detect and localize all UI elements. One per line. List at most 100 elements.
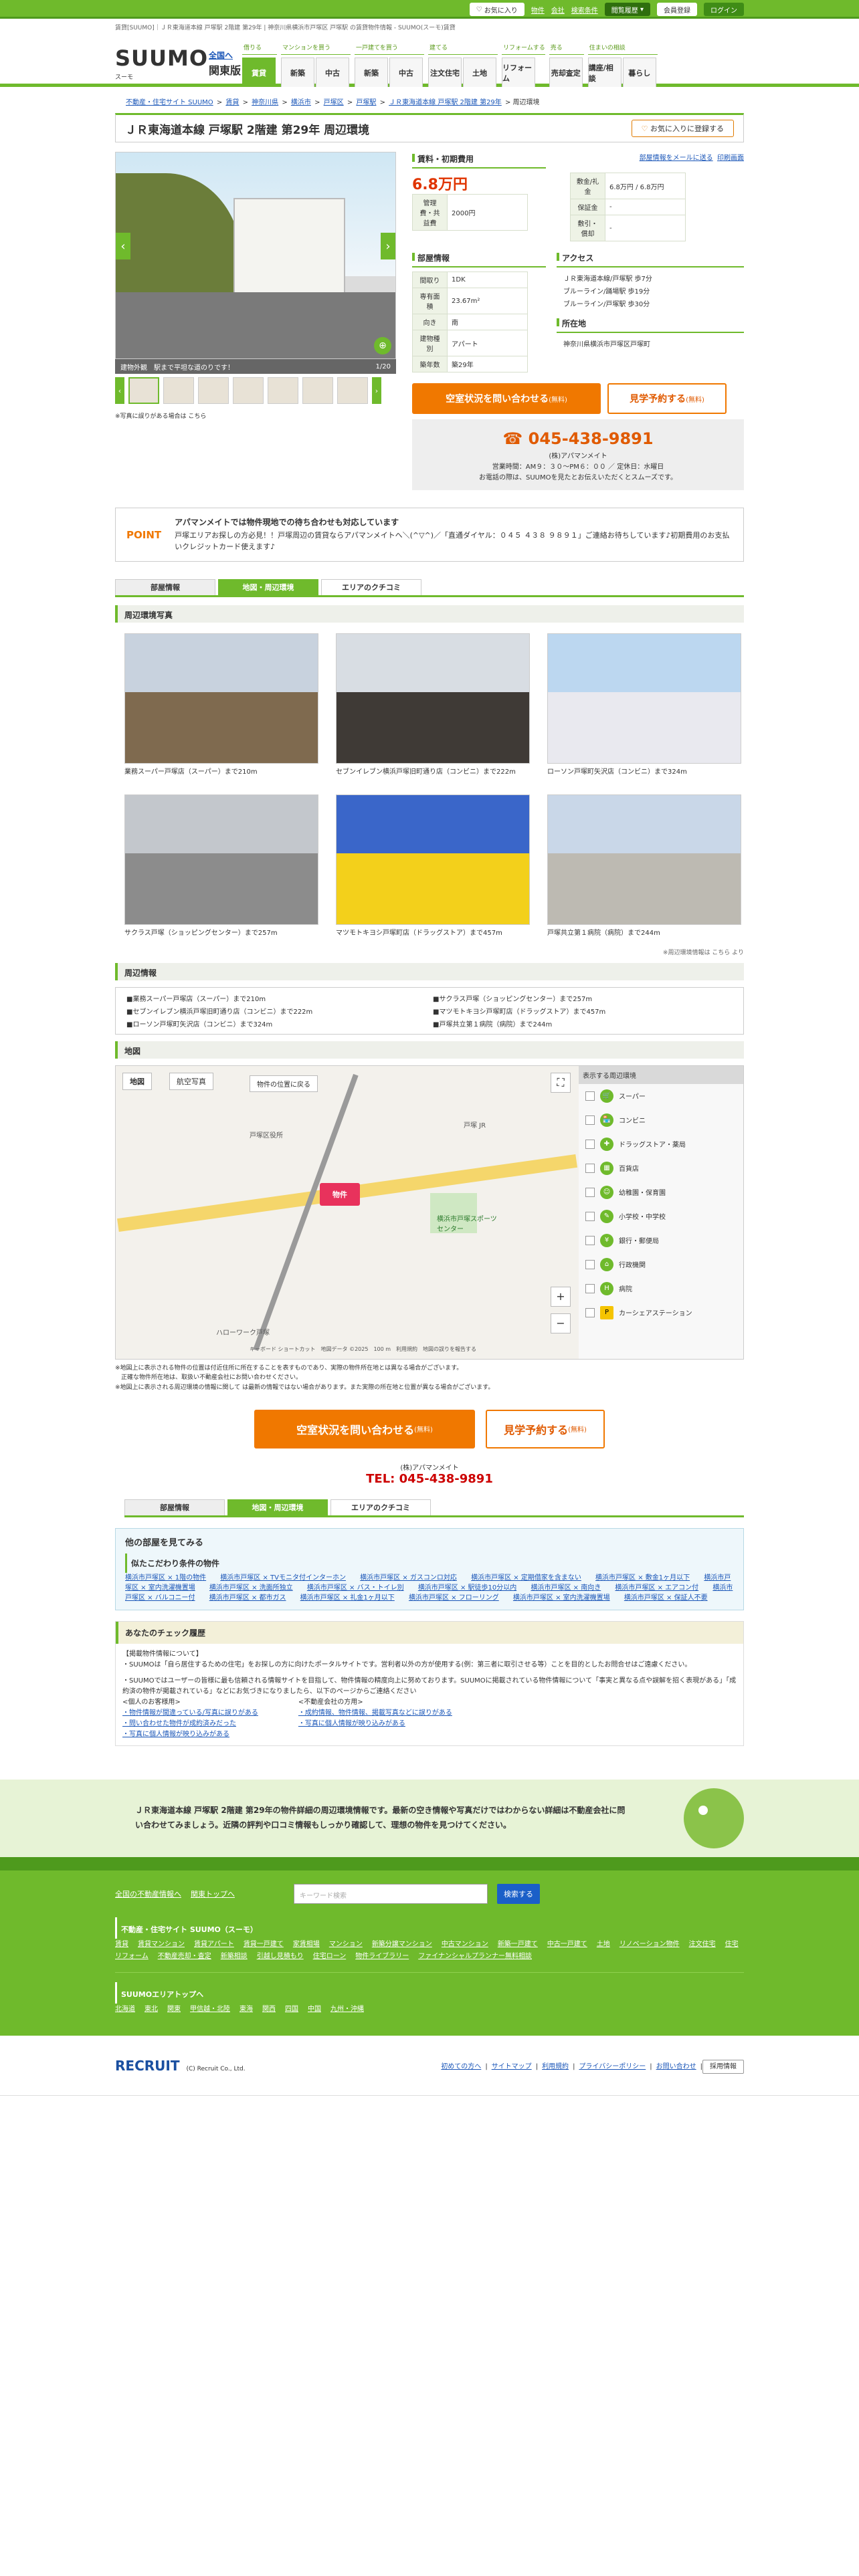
footer-link[interactable]: 家賃相場 — [293, 1941, 320, 1948]
register-button[interactable]: 会員登録 — [657, 3, 697, 16]
nav-sale-assessment[interactable]: 売却査定 — [549, 58, 583, 87]
map-canvas[interactable]: 地図 航空写真 物件の位置に戻る ⛶ + − 物件 戸塚 JR 横浜市戸塚スポー… — [116, 1065, 579, 1359]
zoom-icon[interactable]: ⊕ — [374, 337, 391, 354]
map-filter-item[interactable]: ⌂ 行政機関 — [579, 1253, 743, 1277]
bottom-link[interactable]: 利用規約 — [542, 2063, 569, 2070]
footer-area-link[interactable]: 中国 — [308, 2006, 321, 2013]
report-link[interactable]: ・成約情報、物件情報、掲載写真などに誤りがある — [298, 1709, 452, 1717]
thumbnail[interactable] — [233, 377, 264, 404]
fav-property-link[interactable]: 物件 — [531, 5, 545, 15]
similar-link[interactable]: 横浜市戸塚区 × TVモニタ付インターホン — [220, 1574, 346, 1582]
thumb-next-icon[interactable]: › — [372, 377, 381, 404]
footer-link[interactable]: 賃貸アパート — [194, 1941, 234, 1948]
similar-link[interactable]: 横浜市戸塚区 × ガスコンロ対応 — [360, 1574, 457, 1582]
footer-link[interactable]: 引越し見積もり — [257, 1953, 304, 1960]
bottom-link[interactable]: プライバシーポリシー — [579, 2063, 646, 2070]
similar-link[interactable]: 横浜市戸塚区 × フローリング — [409, 1594, 499, 1602]
report-link[interactable]: ・問い合わせた物件が成約済みだった — [122, 1720, 236, 1727]
nav-living[interactable]: 暮らし — [622, 58, 656, 87]
inquiry-button[interactable]: 空室状況を問い合わせる (無料) — [412, 383, 601, 414]
footer-area-link[interactable]: 九州・沖縄 — [330, 2006, 364, 2013]
breadcrumb-link[interactable]: 神奈川県 — [252, 99, 278, 106]
thumbnail[interactable] — [302, 377, 333, 404]
print-link[interactable]: 印刷画面 — [717, 154, 744, 162]
thumbnail[interactable] — [337, 377, 368, 404]
suumo-logo[interactable]: SUUMO スーモ 全国へ 関東版 — [115, 40, 242, 87]
footer-national-link[interactable]: 全国の不動産情報へ — [115, 1889, 181, 1899]
thumbnail[interactable] — [268, 377, 298, 404]
prev-arrow-icon[interactable]: ‹ — [116, 233, 130, 259]
tab-area-reviews[interactable]: エリアのクチコミ — [321, 578, 421, 595]
visit-reserve-button[interactable]: 見学予約する (無料) — [607, 383, 727, 414]
region-link[interactable]: 全国へ — [209, 49, 233, 61]
tab-area-reviews[interactable]: エリアのクチコミ — [330, 1499, 431, 1515]
footer-kanto-link[interactable]: 関東トップへ — [191, 1889, 235, 1899]
main-photo[interactable]: ‹ › ⊕ — [115, 152, 396, 359]
surrounding-photo-card[interactable]: サクラス戸塚（ショッピングセンター）まで257m — [124, 794, 318, 938]
bottom-link[interactable]: お問い合わせ — [656, 2063, 696, 2070]
similar-link[interactable]: 横浜市戸塚区 × 定期借家を含まない — [471, 1574, 581, 1582]
next-arrow-icon[interactable]: › — [381, 233, 395, 259]
footer-link[interactable]: 土地 — [597, 1941, 610, 1948]
footer-link[interactable]: 新築一戸建て — [498, 1941, 538, 1948]
checkbox[interactable] — [585, 1307, 595, 1317]
footer-area-link[interactable]: 四国 — [285, 2006, 298, 2013]
surrounding-photo-card[interactable]: マツモトキヨシ戸塚町店（ドラッグストア）まで457m — [336, 794, 530, 938]
surrounding-photo-card[interactable]: ローソン戸塚町矢沢店（コンビニ）まで324m — [547, 633, 741, 777]
favorites-pill[interactable]: ♡ お気に入り — [469, 3, 524, 16]
footer-link[interactable]: 注文住宅 — [689, 1941, 716, 1948]
similar-link[interactable]: 横浜市戸塚区 × 1階の物件 — [125, 1574, 206, 1582]
phone-number-bottom[interactable]: TEL: 045-438-9891 — [115, 1472, 744, 1486]
footer-link[interactable]: 物件ライブラリー — [355, 1953, 409, 1960]
map-type-button[interactable]: 地図 — [122, 1072, 152, 1090]
checkbox[interactable] — [585, 1235, 595, 1245]
checkbox[interactable] — [585, 1115, 595, 1125]
similar-link[interactable]: 横浜市戸塚区 × 駅徒歩10分以内 — [418, 1584, 516, 1592]
history-pill[interactable]: 閲覧履歴 ▾ — [604, 3, 650, 16]
footer-link[interactable]: リノベーション物件 — [619, 1941, 680, 1948]
footer-link[interactable]: 賃貸 — [115, 1941, 128, 1948]
tab-room-info[interactable]: 部屋情報 — [115, 578, 215, 595]
breadcrumb-link[interactable]: 賃貸 — [225, 99, 239, 106]
footer-area-link[interactable]: 東海 — [240, 2006, 253, 2013]
report-link[interactable]: ・物件情報が間違っている/写真に誤りがある — [122, 1709, 258, 1717]
footer-link[interactable]: 賃貸一戸建て — [244, 1941, 284, 1948]
nav-consult[interactable]: 講座/相談 — [587, 58, 622, 87]
saved-search-link[interactable]: 検索条件 — [571, 5, 598, 15]
similar-link[interactable]: 横浜市戸塚区 × エアコン付 — [615, 1584, 698, 1592]
footer-area-link[interactable]: 甲信越・北陸 — [190, 2006, 230, 2013]
zoom-out-icon[interactable]: − — [551, 1313, 571, 1333]
surrounding-photo-card[interactable]: 業務スーパー戸塚店（スーパー）まで210m — [124, 633, 318, 777]
nav-new-house[interactable]: 新築 — [355, 58, 388, 87]
breadcrumb-link[interactable]: 戸塚区 — [324, 99, 344, 106]
map-filter-item[interactable]: ¥ 銀行・郵便局 — [579, 1228, 743, 1253]
similar-link[interactable]: 横浜市戸塚区 × 室内洗濯機置場 — [513, 1594, 610, 1602]
tab-map-surroundings[interactable]: 地図・周辺環境 — [227, 1499, 328, 1515]
thumbnail[interactable] — [128, 377, 159, 404]
nav-used-mansion[interactable]: 中古 — [316, 58, 349, 87]
checkbox[interactable] — [585, 1211, 595, 1221]
footer-link[interactable]: 賃貸マンション — [138, 1941, 185, 1948]
nav-reform[interactable]: リフォーム — [502, 58, 535, 87]
thumb-prev-icon[interactable]: ‹ — [115, 377, 124, 404]
similar-link[interactable]: 横浜市戸塚区 × 保証人不要 — [624, 1594, 708, 1602]
map-filter-item[interactable]: P カーシェアステーション — [579, 1301, 743, 1325]
report-link[interactable]: ・写真に個人情報が映り込みがある — [298, 1720, 405, 1727]
tab-room-info[interactable]: 部屋情報 — [124, 1499, 225, 1515]
breadcrumb-link[interactable]: 不動産・住宅サイト SUUMO — [126, 99, 213, 106]
checkbox[interactable] — [585, 1283, 595, 1293]
footer-link[interactable]: 住宅ローン — [313, 1953, 347, 1960]
thumbnail[interactable] — [163, 377, 194, 404]
checkbox[interactable] — [585, 1259, 595, 1269]
satellite-type-button[interactable]: 航空写真 — [169, 1072, 213, 1090]
map-filter-item[interactable]: 🛒 スーパー — [579, 1084, 743, 1108]
fav-company-link[interactable]: 会社 — [551, 5, 565, 15]
footer-search-button[interactable]: 検索する — [497, 1883, 540, 1904]
mail-link[interactable]: 部屋情報をメールに送る — [640, 154, 713, 162]
footer-link[interactable]: 新築相談 — [221, 1953, 248, 1960]
similar-link[interactable]: 横浜市戸塚区 × 洗面所独立 — [209, 1584, 293, 1592]
surrounding-photo-card[interactable]: セブンイレブン横浜戸塚旧町通り店（コンビニ）まで222m — [336, 633, 530, 777]
footer-link[interactable]: 新築分譲マンション — [372, 1941, 432, 1948]
nav-rent-button[interactable]: 賃貸 — [242, 58, 276, 87]
footer-search-input[interactable]: キーワード検索 — [294, 1883, 488, 1904]
